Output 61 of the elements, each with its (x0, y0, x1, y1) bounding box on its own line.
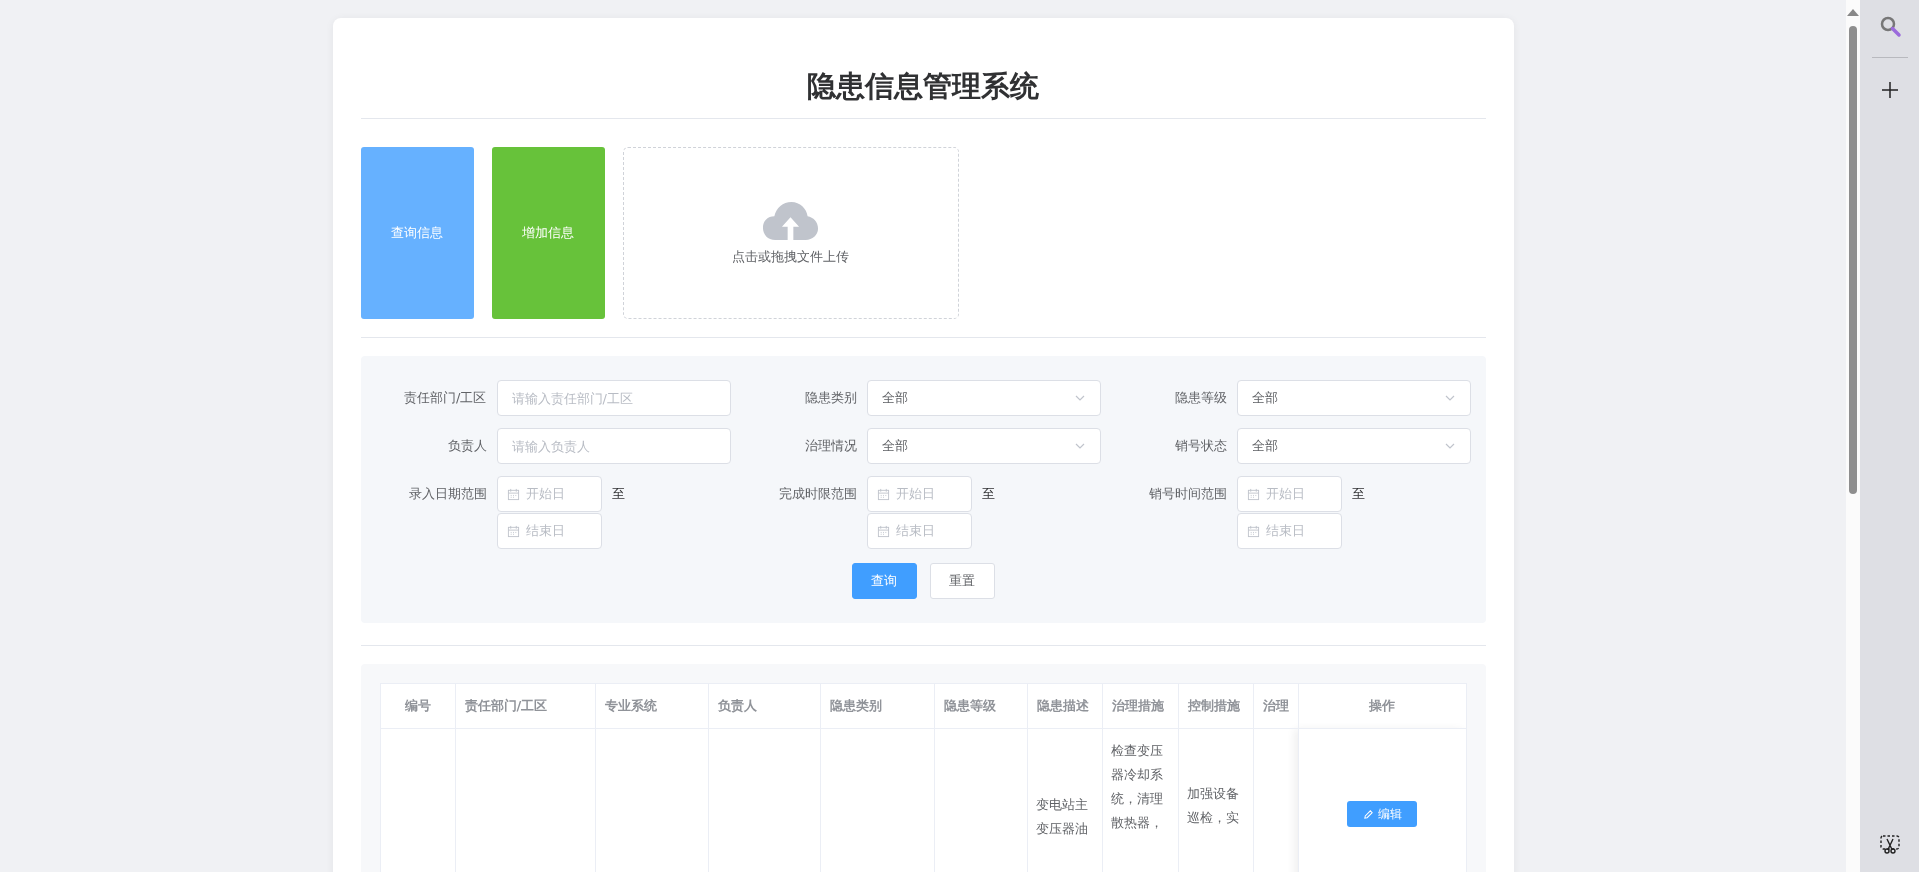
table-cell-text: 加强设备巡检，实 (1186, 785, 1240, 827)
calendar-icon (506, 524, 520, 538)
text-field[interactable]: 请输入负责人 (496, 428, 731, 464)
field-label: 隐患等级 (1173, 389, 1228, 407)
pencil-icon (1362, 808, 1374, 820)
select-value: 全部 (881, 389, 908, 407)
column-header: 隐患等级 (943, 698, 996, 713)
query-button[interactable]: 查询 (851, 563, 917, 599)
field-label: 销号状态 (1173, 437, 1228, 455)
select-field[interactable]: 全部 (866, 428, 1101, 464)
action-button[interactable]: 增加信息 (491, 147, 605, 319)
select-field[interactable]: 全部 (1236, 380, 1471, 416)
calendar-icon (1246, 524, 1260, 538)
column-header: 负责人 (717, 698, 757, 713)
calendar-icon (506, 487, 520, 501)
calendar-icon (876, 524, 890, 538)
cloud-upload-icon (762, 200, 819, 242)
column-header: 治理 (1262, 698, 1289, 713)
select-value: 全部 (881, 437, 908, 455)
column-header: 隐患描述 (1036, 698, 1089, 713)
date-field[interactable]: 结束日 (496, 513, 602, 549)
column-header: 隐患类别 (829, 698, 882, 713)
field-label: 完成时限范围 (777, 485, 858, 503)
range-separator: 至 (981, 485, 995, 503)
column-header: 专业系统 (604, 698, 657, 713)
table-cell-text: 检查变压器冷却系统，清理散热器， (1110, 742, 1164, 832)
action-button[interactable]: 查询信息 (360, 147, 474, 319)
date-field[interactable]: 结束日 (866, 513, 972, 549)
reset-button[interactable]: 重置 (929, 563, 995, 599)
select-value: 全部 (1251, 389, 1278, 407)
select-field[interactable]: 全部 (866, 380, 1101, 416)
upload-area[interactable]: 点击或拖拽文件上传 (622, 147, 959, 319)
field-label: 隐患类别 (803, 389, 858, 407)
range-separator: 至 (1351, 485, 1365, 503)
column-header: 编号 (404, 698, 431, 713)
column-header: 治理措施 (1111, 698, 1164, 713)
range-separator: 至 (611, 485, 625, 503)
calendar-icon (876, 487, 890, 501)
date-field[interactable]: 开始日 (866, 476, 972, 512)
field-label: 销号时间范围 (1147, 485, 1228, 503)
column-header: 责任部门/工区 (464, 698, 548, 713)
table-cell-text: 变电站主变压器油 (1035, 796, 1089, 838)
field-label: 治理情况 (803, 437, 858, 455)
select-value: 全部 (1251, 437, 1278, 455)
edit-button[interactable]: 编辑 (1347, 801, 1417, 827)
field-label: 责任部门/工区 (403, 389, 488, 407)
upload-hint: 点击或拖拽文件上传 (732, 248, 849, 266)
screenshot-icon[interactable] (1877, 832, 1902, 856)
select-field[interactable]: 全部 (1236, 428, 1471, 464)
page-title: 隐患信息管理系统 (806, 68, 1040, 105)
calendar-icon (1246, 487, 1260, 501)
column-header: 控制措施 (1187, 698, 1240, 713)
scrollbar[interactable] (1846, 0, 1860, 872)
date-field[interactable]: 结束日 (1236, 513, 1342, 549)
text-field[interactable]: 请输入责任部门/工区 (496, 380, 731, 416)
field-label: 负责人 (446, 437, 488, 455)
field-label: 录入日期范围 (407, 485, 488, 503)
date-field[interactable]: 开始日 (496, 476, 602, 512)
date-field[interactable]: 开始日 (1236, 476, 1342, 512)
scrollbar-thumb[interactable] (1849, 26, 1857, 494)
column-header: 操作 (1369, 698, 1395, 713)
